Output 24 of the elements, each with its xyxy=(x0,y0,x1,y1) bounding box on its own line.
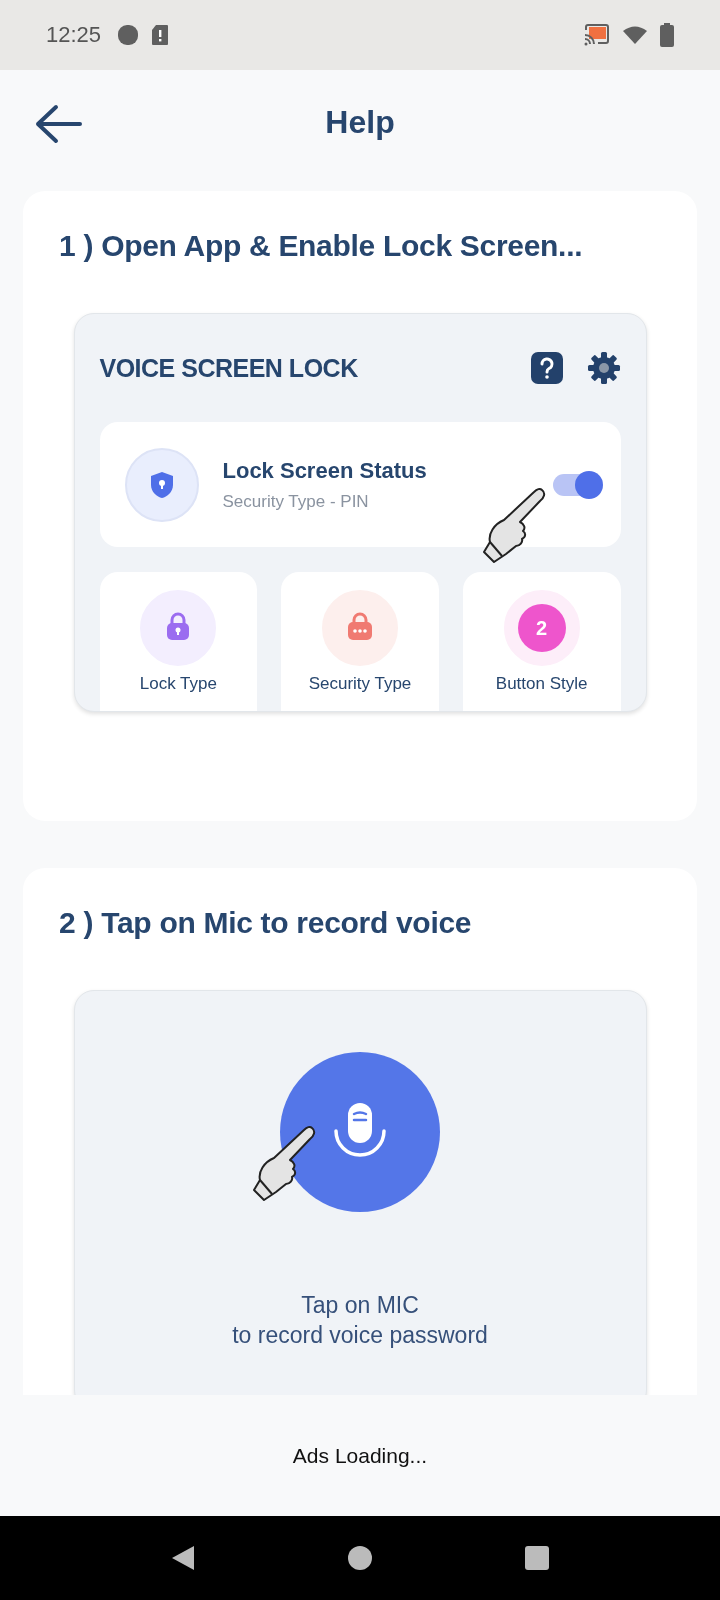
back-nav-button[interactable] xyxy=(170,1544,197,1572)
settings-icon xyxy=(586,351,621,385)
status-subtitle: Security Type - PIN xyxy=(222,491,370,512)
number-badge: 2 xyxy=(517,604,566,652)
notification-icon xyxy=(117,24,140,46)
instruction-text: Tap on MIC to record voice password xyxy=(232,1291,488,1350)
recents-nav-button[interactable] xyxy=(523,1545,550,1571)
preview-app-title: VOICE SCREEN LOCK xyxy=(99,353,359,383)
step-title: 1 ) Open App & Enable Lock Screen... xyxy=(59,229,584,263)
clock: 12:25 xyxy=(46,22,102,48)
tile-label: Button Style xyxy=(495,674,588,694)
page-title: Help xyxy=(325,104,395,141)
wifi-icon xyxy=(622,25,648,45)
help-icon xyxy=(530,352,563,384)
shield-icon xyxy=(149,470,174,499)
tile-label: Security Type xyxy=(308,674,412,694)
tile-label: Lock Type xyxy=(139,674,217,694)
cast-icon xyxy=(584,24,610,46)
sim-alert-icon xyxy=(151,24,170,46)
home-nav-button[interactable] xyxy=(347,1545,373,1571)
ad-status-text: Ads Loading... xyxy=(292,1443,428,1468)
step-title: 2 ) Tap on Mic to record voice xyxy=(59,906,473,940)
battery-icon xyxy=(660,23,674,47)
status-title: Lock Screen Status xyxy=(222,457,428,484)
